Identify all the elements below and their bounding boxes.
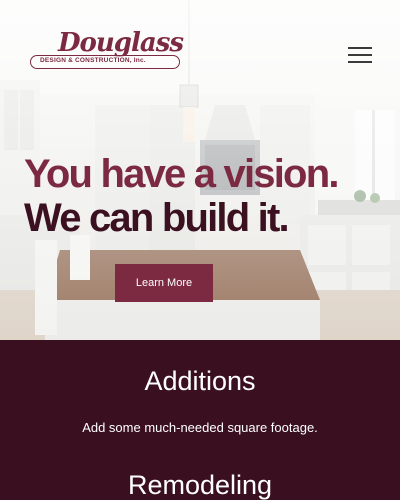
menu-line [348,61,372,63]
menu-line [348,47,372,49]
logo-script-text: Douglass [58,28,184,58]
menu-line [348,54,372,56]
brand-logo[interactable]: Douglass DESIGN & CONSTRUCTION, Inc. [30,28,184,74]
hamburger-menu-icon[interactable] [346,44,374,66]
logo-tagline: DESIGN & CONSTRUCTION, Inc. [40,57,146,64]
services-section: Additions Add some much-needed square fo… [0,340,400,500]
hero-headline: You have a vision. We can build it. [24,152,339,240]
hero-section: Douglass DESIGN & CONSTRUCTION, Inc. You… [0,0,400,340]
hero-headline-line-1: You have a vision. [24,152,339,196]
service-description-additions: Add some much-needed square footage. [82,420,318,435]
hero-headline-line-2: We can build it. [24,196,290,240]
service-title-additions: Additions [144,366,256,396]
learn-more-button[interactable]: Learn More [115,264,213,302]
page: Douglass DESIGN & CONSTRUCTION, Inc. You… [0,0,400,500]
service-title-remodeling: Remodeling [127,470,273,500]
